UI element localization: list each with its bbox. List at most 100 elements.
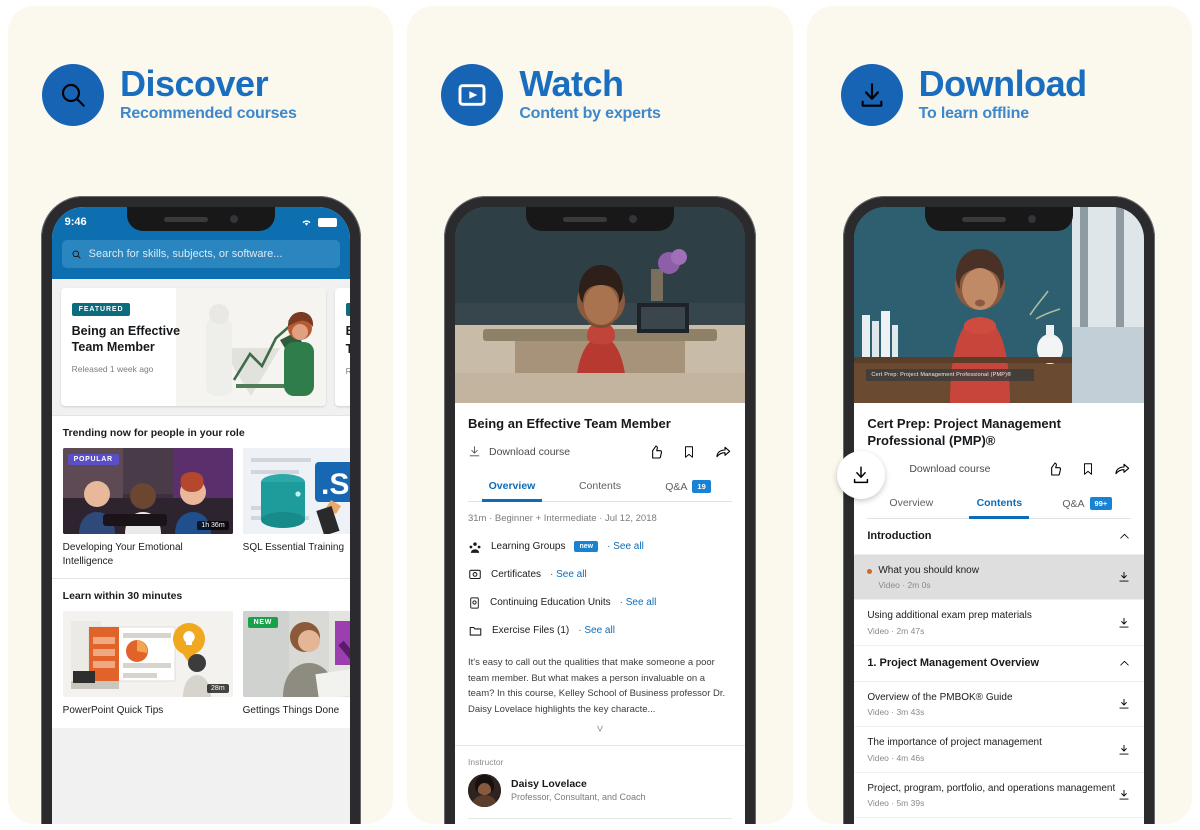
course-tile[interactable]: POPULAR 1h 36m Developing Your Emotional… (62, 448, 233, 568)
thumbs-up-icon[interactable] (648, 444, 664, 460)
see-all-link[interactable]: · See all (550, 569, 587, 580)
featured-carousel[interactable]: FEATURED Being an Effective Team Member … (51, 279, 350, 415)
see-all-link[interactable]: · See all (620, 597, 657, 608)
tile-badge: POPULAR (67, 454, 119, 465)
resource-learning-groups[interactable]: Learning Groups new · See all (468, 533, 732, 561)
course-tabs[interactable]: Overview Contents Q&A 99+ (867, 488, 1132, 519)
search-input[interactable]: Search for skills, subjects, or software… (61, 240, 340, 268)
tab-overview[interactable]: Overview (468, 471, 556, 502)
thumbs-up-icon[interactable] (1047, 461, 1063, 477)
course-tile[interactable]: NEW Gettings Things Done (242, 611, 350, 718)
contents-item[interactable]: Project, program, portfolio, and operati… (854, 773, 1145, 819)
tab-label: Overview (488, 479, 536, 492)
course-thumbnail: 28m (62, 611, 233, 697)
screen-discover: 9:46 Search for skills, subjects, or sof… (51, 207, 350, 824)
course-video-player[interactable]: Cert Prep: Project Management Profession… (854, 207, 1145, 403)
panel-subtitle: Content by experts (519, 105, 661, 123)
course-tabs[interactable]: Overview Contents Q&A 19 (467, 471, 732, 502)
item-meta: Video · 2m 47s (867, 625, 925, 636)
ceu-icon (470, 597, 479, 609)
featured-card-title-2: Te (345, 341, 350, 356)
item-meta: Video · 3m 43s (867, 707, 925, 718)
chevron-up-icon[interactable] (1118, 530, 1131, 543)
see-all-link[interactable]: · See all (607, 541, 644, 552)
course-tile[interactable]: 28m PowerPoint Quick Tips (62, 611, 233, 718)
chevron-up-icon[interactable] (1118, 657, 1131, 670)
bookmark-icon[interactable] (1081, 461, 1095, 477)
tab-contents[interactable]: Contents (955, 488, 1043, 519)
featured-card-title: Being an Effective Team Member (71, 324, 181, 354)
phone-mockup-2: Being an Effective Team Member Download … (407, 196, 792, 824)
download-course-button[interactable]: Download course (867, 463, 990, 475)
screen-course-contents: Cert Prep: Project Management Profession… (854, 207, 1145, 824)
contents-item[interactable]: The importance of project management Vid… (854, 727, 1145, 773)
panel-subtitle: Recommended courses (120, 105, 297, 123)
phone-mockup-1: 9:46 Search for skills, subjects, or sof… (8, 196, 393, 824)
screen-course-overview: Being an Effective Team Member Download … (454, 207, 745, 824)
contents-item[interactable]: Using additional exam prep materials Vid… (854, 600, 1145, 646)
battery-icon (317, 217, 337, 227)
new-badge: new (574, 541, 599, 553)
feed-section-trending: Trending now for people in your role POP… (51, 415, 350, 578)
panel-subtitle: To learn offline (918, 105, 1029, 123)
download-icon[interactable] (1117, 616, 1131, 630)
progress-dot (867, 568, 873, 574)
contents-section-header[interactable]: Introduction (854, 519, 1145, 555)
download-icon[interactable] (1117, 743, 1131, 757)
contents-item[interactable]: What you should know Video · 2m 0s (854, 554, 1145, 601)
item-title: Overview of the PMBOK® Guide (867, 691, 1013, 703)
instructor-block: Instructor Daisy Lovelace Professor, Con… (454, 744, 745, 824)
resource-label: Continuing Education Units (489, 597, 611, 609)
download-icon[interactable] (1117, 570, 1131, 584)
download-course-button[interactable]: Download course (468, 445, 570, 458)
course-title: Gettings Things Done (242, 705, 340, 716)
search-icon (72, 250, 81, 259)
search-icon (42, 64, 104, 126)
course-detail: Being an Effective Team Member Download … (454, 403, 745, 824)
featured-card[interactable]: F Be Te Re (334, 288, 350, 406)
contents-list[interactable]: Introduction What you should know Video … (854, 519, 1145, 824)
resource-exercise-files[interactable]: Exercise Files (1) · See all (468, 617, 732, 645)
bookmark-icon[interactable] (682, 444, 696, 460)
panel-title: Download (918, 62, 1087, 104)
qa-count-badge: 19 (692, 479, 711, 493)
floating-download-button[interactable] (837, 451, 886, 499)
instructor-label: Instructor (467, 756, 504, 767)
phone-notch (925, 207, 1074, 231)
featured-card-title: Be (346, 324, 350, 340)
course-title: SQL Essential Training (242, 542, 345, 553)
contents-item[interactable]: Chapter Quiz 26 questions (854, 818, 1144, 824)
likes-count: 4,102 likes (467, 817, 732, 824)
download-course-label: Download course (488, 445, 571, 458)
course-title: Cert Prep: Project Management Profession… (867, 416, 1061, 448)
phone-mockup-3: Cert Prep: Project Management Profession… (807, 196, 1192, 824)
item-meta: Video · 4m 46s (867, 752, 925, 763)
qa-count-badge: 99+ (1089, 496, 1113, 510)
learning-groups-icon (469, 542, 481, 553)
resource-ceu[interactable]: Continuing Education Units · See all (468, 589, 732, 617)
resource-label: Learning Groups (490, 541, 566, 553)
share-icon[interactable] (1113, 461, 1131, 477)
see-all-link[interactable]: · See all (578, 625, 615, 636)
share-icon[interactable] (714, 444, 732, 460)
featured-card[interactable]: FEATURED Being an Effective Team Member … (60, 288, 326, 406)
contents-section-header[interactable]: 1. Project Management Overview (854, 646, 1145, 682)
contents-item[interactable]: Overview of the PMBOK® Guide Video · 3m … (854, 682, 1145, 728)
tab-qa[interactable]: Q&A 99+ (1043, 488, 1131, 518)
tab-contents[interactable]: Contents (556, 471, 644, 501)
featured-badge: FEATURED (71, 303, 131, 316)
course-title: PowerPoint Quick Tips (62, 705, 164, 716)
resource-certificates[interactable]: Certificates · See all (468, 561, 732, 589)
discover-feed[interactable]: FEATURED Being an Effective Team Member … (51, 279, 350, 824)
download-icon[interactable] (1117, 788, 1131, 802)
download-icon[interactable] (1117, 697, 1131, 711)
video-caption: Cert Prep: Project Management Profession… (866, 369, 1035, 381)
phone-notch (126, 207, 275, 231)
tab-overview[interactable]: Overview (867, 488, 955, 518)
chevron-down-icon[interactable]: ˅ (455, 718, 745, 745)
certificate-icon (469, 569, 481, 579)
tab-qa[interactable]: Q&A 19 (644, 471, 732, 501)
course-video-player[interactable] (454, 207, 745, 403)
course-tile[interactable]: .SQL SQL Essential Training (242, 448, 350, 568)
item-title: Project, program, portfolio, and operati… (867, 782, 1116, 794)
